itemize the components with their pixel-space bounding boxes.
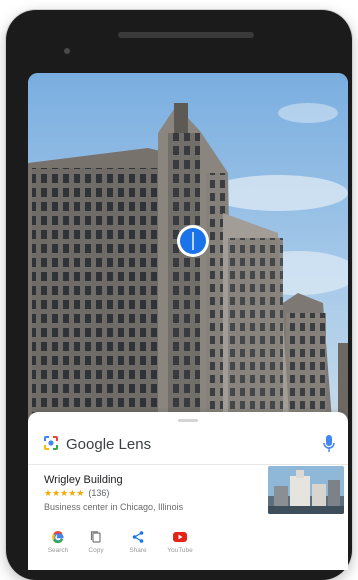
rating-count: (136) (88, 488, 110, 498)
share-action-label: Share (129, 547, 147, 554)
result-description: Business center in Chicago, Illinois (44, 502, 184, 512)
lens-results-sheet: Google Lens Wrigley Building ★★★★★ (136) … (28, 412, 348, 570)
youtube-action[interactable]: YouTube (160, 530, 200, 570)
google-g-icon (52, 531, 64, 544)
copy-action-label: Copy (88, 547, 104, 554)
earpiece-speaker (118, 32, 254, 38)
lens-selection-dot[interactable] (175, 223, 211, 259)
microphone-icon[interactable] (322, 434, 336, 454)
google-lens-icon (44, 436, 58, 450)
front-camera (64, 48, 70, 54)
result-title[interactable]: Wrigley Building (44, 474, 123, 486)
search-action[interactable]: Search (38, 530, 78, 570)
star-rating: ★★★★★ (44, 488, 85, 498)
copy-action[interactable]: Copy (76, 530, 116, 570)
copy-icon (90, 531, 101, 543)
rating-row: ★★★★★ (136) (44, 488, 109, 499)
search-action-label: Search (47, 547, 69, 554)
youtube-action-label: YouTube (167, 547, 193, 554)
phone-frame: Google Lens Wrigley Building ★★★★★ (136) … (6, 10, 352, 580)
share-icon (132, 531, 144, 543)
result-thumbnail[interactable] (268, 466, 344, 514)
search-bar-title: Google Lens (66, 436, 152, 453)
phone-screen: Google Lens Wrigley Building ★★★★★ (136) … (28, 73, 348, 570)
lens-search-bar[interactable]: Google Lens (28, 426, 348, 462)
share-action[interactable]: Share (118, 530, 158, 570)
divider (28, 464, 348, 465)
action-bar: Search Copy Share YouTube (38, 530, 208, 570)
sheet-drag-handle[interactable] (178, 419, 198, 422)
youtube-icon (173, 532, 187, 542)
